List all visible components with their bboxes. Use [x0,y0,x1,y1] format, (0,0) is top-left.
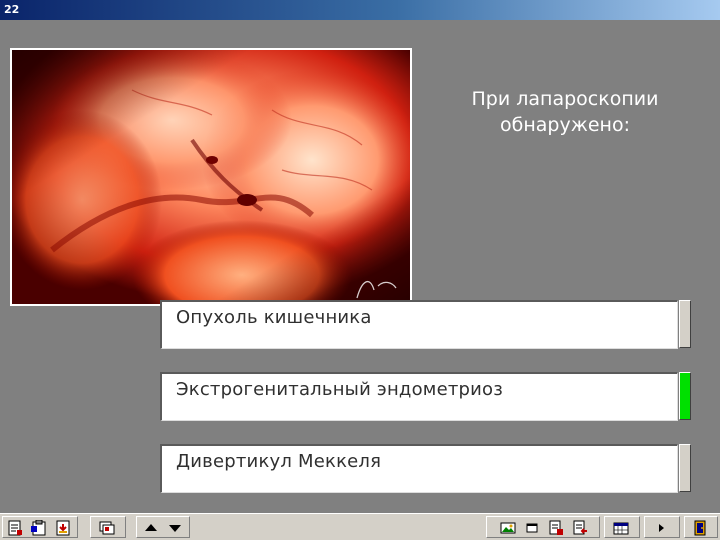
toolbar-group-slides [90,516,126,538]
toolbar-group-calendar [604,516,640,538]
answer-box[interactable]: Дивертикул Меккеля [160,444,678,493]
arrow-down-icon[interactable] [166,520,184,536]
answer-label: Экстрогенитальный эндометриоз [176,379,504,400]
laparoscopy-image [12,50,410,304]
title-bar: 22 [0,0,720,20]
toolbar-group-files [2,516,78,538]
play-icon[interactable] [652,520,670,536]
window-icon[interactable] [523,520,541,536]
arrow-up-icon[interactable] [142,520,160,536]
clipboard-icon[interactable] [30,520,48,536]
bottom-toolbar [0,513,720,540]
answer-status-indicator [679,300,691,348]
notes-icon[interactable] [6,520,24,536]
image-icon[interactable] [499,520,517,536]
answer-option-2[interactable]: Экстрогенитальный эндометриоз [160,372,693,422]
download-icon[interactable] [54,520,72,536]
toolbar-group-navigation [136,516,190,538]
answer-status-indicator [679,372,691,420]
answer-label: Дивертикул Меккеля [176,451,382,472]
toolbar-group-play [644,516,680,538]
answer-label: Опухоль кишечника [176,307,372,328]
slide-content: При лапароскопии обнаружено: Опухоль киш… [0,20,720,513]
calendar-icon[interactable] [612,520,630,536]
toolbar-group-exit [684,516,718,538]
slides-icon[interactable] [98,520,116,536]
answer-box[interactable]: Экстрогенитальный эндометриоз [160,372,678,421]
laparoscopy-image-frame [10,48,412,306]
toolbar-group-view [486,516,600,538]
edit-page-icon[interactable] [547,520,565,536]
answer-status-indicator [679,444,691,492]
answer-option-1[interactable]: Опухоль кишечника [160,300,693,350]
answer-box[interactable]: Опухоль кишечника [160,300,678,349]
page-back-icon[interactable] [571,520,589,536]
question-text: При лапароскопии обнаружено: [471,88,659,136]
answer-option-3[interactable]: Дивертикул Меккеля [160,444,693,494]
exit-door-icon[interactable] [691,520,709,536]
window-title: 22 [4,3,20,16]
